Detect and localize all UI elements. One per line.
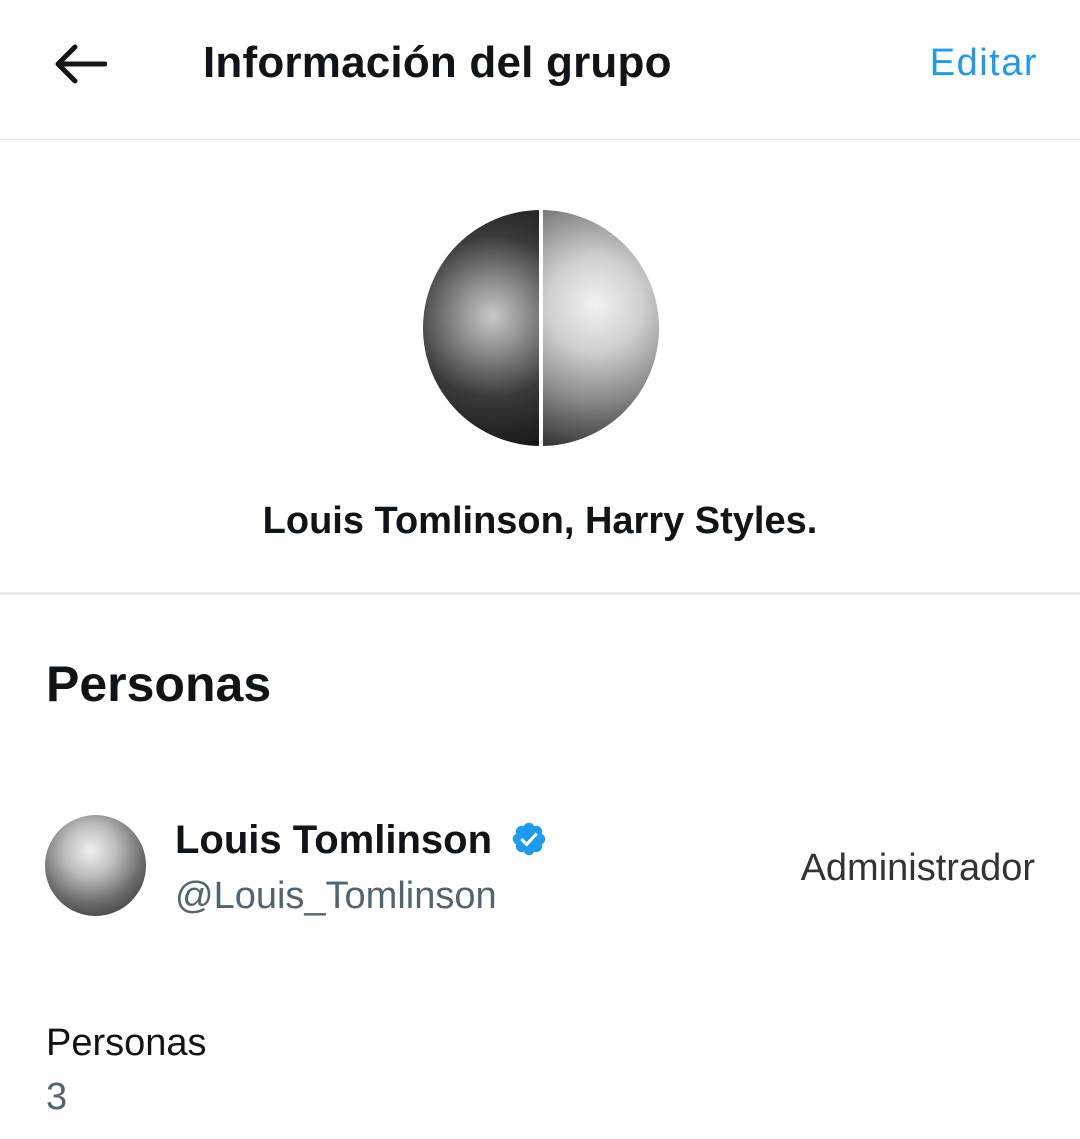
arrow-left-icon — [55, 44, 107, 84]
group-info: Louis Tomlinson, Harry Styles. — [0, 140, 1080, 595]
group-avatar-photo-right — [543, 210, 659, 446]
edit-button[interactable]: Editar — [930, 42, 1038, 85]
group-avatar-photo-left — [423, 210, 539, 446]
avatar[interactable] — [45, 815, 146, 916]
page-title: Información del grupo — [203, 38, 672, 87]
people-count-label: Personas — [46, 1022, 207, 1064]
member-handle: @Louis_Tomlinson — [175, 875, 497, 917]
group-name: Louis Tomlinson, Harry Styles. — [262, 500, 818, 542]
top-bar: Información del grupo Editar — [0, 0, 1080, 140]
people-count-value: 3 — [46, 1076, 68, 1118]
member-row[interactable]: Louis Tomlinson @Louis_Tomlinson Adminis… — [0, 800, 1080, 930]
group-avatar[interactable] — [423, 210, 659, 446]
member-role-label: Administrador — [800, 847, 1035, 889]
back-button[interactable] — [40, 28, 120, 98]
people-section-heading: Personas — [46, 656, 272, 712]
member-name: Louis Tomlinson — [175, 818, 493, 862]
verified-badge-icon — [512, 822, 546, 856]
